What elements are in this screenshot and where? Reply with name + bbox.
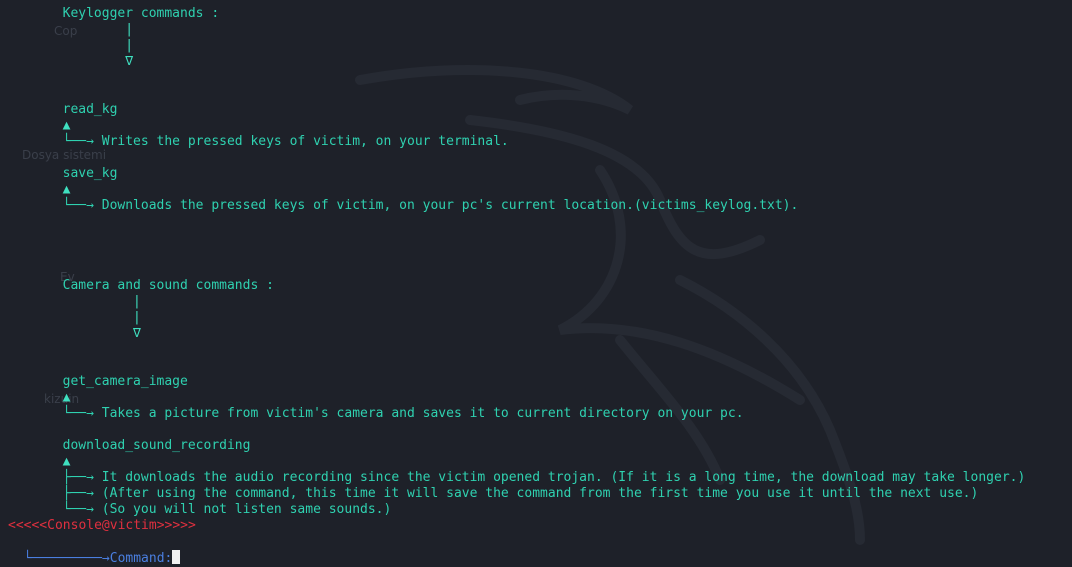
desktop-icon-label: Dosya sistemi xyxy=(22,148,107,162)
terminal-line: ▲ xyxy=(0,390,71,405)
terminal-line: ∇ xyxy=(0,326,141,341)
command-label: Command: xyxy=(109,551,173,566)
terminal-line: read_kg xyxy=(0,102,118,117)
terminal-line: Camera and sound commands : xyxy=(0,278,274,293)
command-line[interactable]: └─────────→Command: xyxy=(8,534,181,566)
terminal-line: └──→ (So you will not listen same sounds… xyxy=(0,502,392,517)
terminal-line: ├──→ (After using the command, this time… xyxy=(0,486,979,501)
terminal-line: | xyxy=(0,38,134,53)
terminal-line: | xyxy=(0,22,134,37)
prompt-arrow: └─────────→ xyxy=(23,551,110,566)
terminal-line: Keylogger commands : xyxy=(0,6,220,21)
terminal-line: ▲ xyxy=(0,182,71,197)
terminal-line: ▲ xyxy=(0,118,71,133)
terminal-line: | xyxy=(0,294,141,309)
text-cursor xyxy=(172,550,181,564)
terminal-line: ∇ xyxy=(0,54,134,69)
console-prompt: <<<<<Console@victim>>>>> xyxy=(8,518,196,533)
terminal-line: ▲ xyxy=(0,454,71,469)
terminal-line: └──→ Downloads the pressed keys of victi… xyxy=(0,198,799,213)
terminal-line: └──→ Writes the pressed keys of victim, … xyxy=(0,134,509,149)
terminal-line: | xyxy=(0,310,141,325)
terminal-line: get_camera_image xyxy=(0,374,188,389)
terminal-line: ├──→ It downloads the audio recording si… xyxy=(0,470,1026,485)
terminal-line: └──→ Takes a picture from victim's camer… xyxy=(0,406,744,421)
terminal-line: download_sound_recording xyxy=(0,438,251,453)
terminal-line: save_kg xyxy=(0,166,118,181)
